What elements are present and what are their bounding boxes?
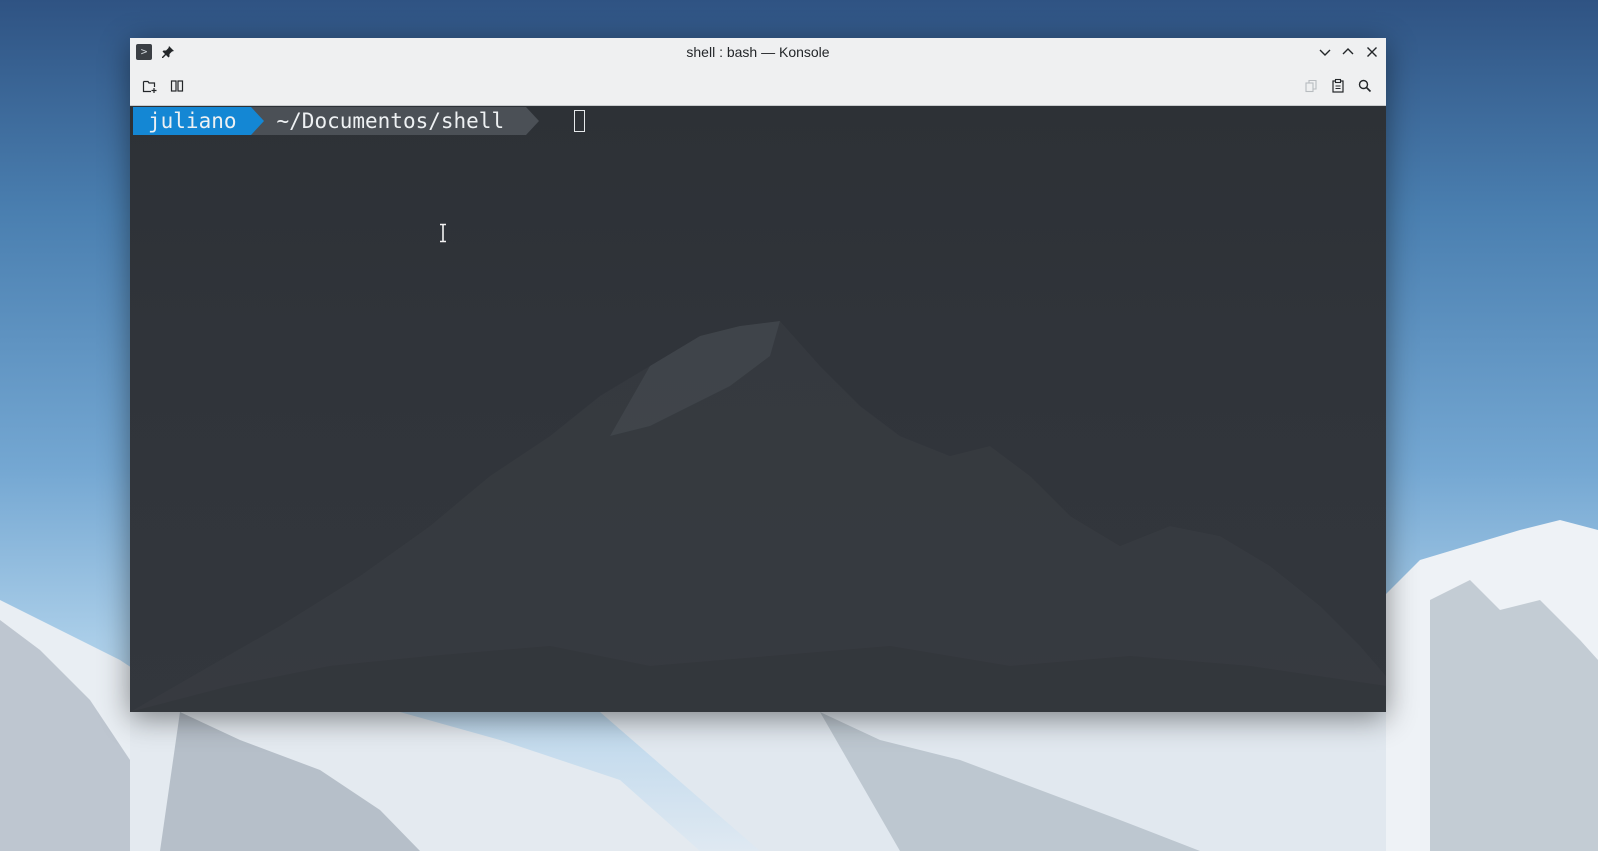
konsole-window: > shell : bash — Konsole juliano ~/Docum… [130,38,1386,712]
prompt-path: ~/Documentos/shell [276,109,505,133]
close-button[interactable] [1364,44,1380,60]
prompt-path-segment: ~/Documentos/shell [250,107,540,135]
maximize-button[interactable] [1340,44,1356,60]
prompt-separator-arrow [250,107,264,135]
paste-icon[interactable] [1330,78,1346,94]
terminal-cursor [574,110,585,132]
mouse-ibeam-cursor [440,223,446,243]
window-title: shell : bash — Konsole [686,44,830,60]
title-bar[interactable]: > shell : bash — Konsole [130,38,1386,67]
terminal-area[interactable]: juliano ~/Documentos/shell [130,106,1386,712]
shell-prompt: juliano ~/Documentos/shell [133,107,540,135]
prompt-user-segment: juliano [133,107,264,135]
split-view-icon[interactable] [169,78,185,94]
prompt-user: juliano [148,109,237,133]
prompt-end-arrow [526,107,540,135]
toolbar [130,67,1386,106]
terminal-background-mountain [130,321,1386,712]
search-icon[interactable] [1357,78,1373,94]
minimize-button[interactable] [1317,44,1333,60]
new-tab-icon[interactable] [142,78,158,94]
copy-icon[interactable] [1303,78,1319,94]
